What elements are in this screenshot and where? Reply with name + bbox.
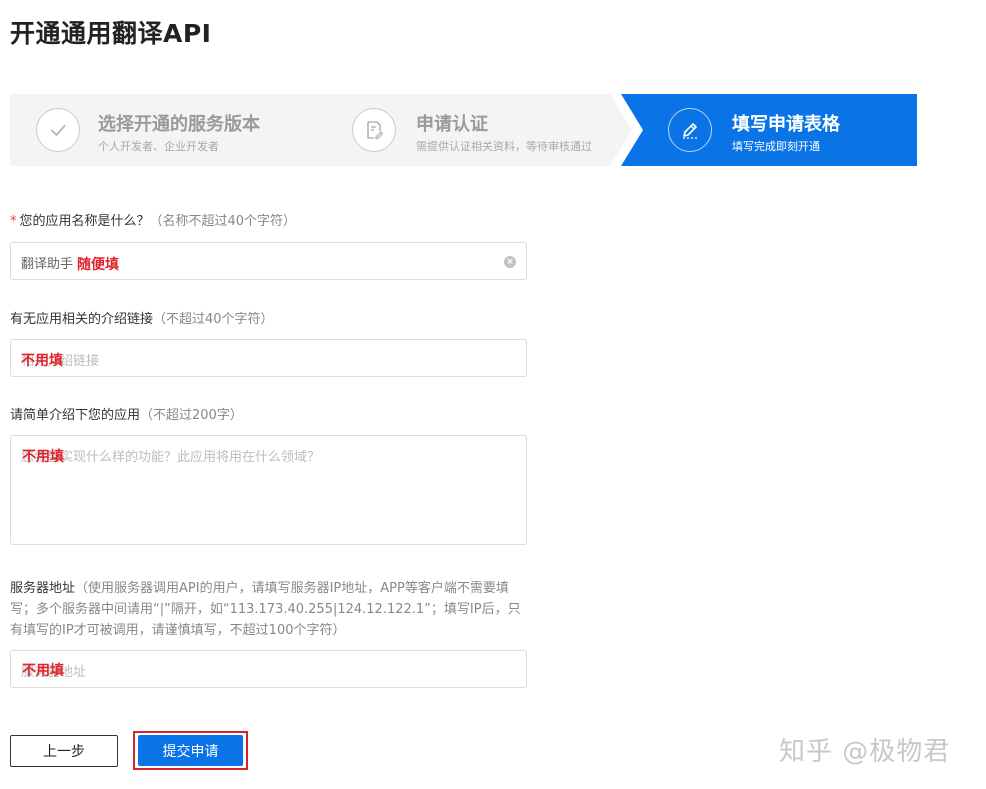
description-label-text: 请简单介绍下您的应用 xyxy=(10,408,141,423)
page-title: 开通通用翻译API xyxy=(10,19,212,48)
step-title: 选择开通的服务版本 xyxy=(98,114,260,135)
step-subtitle: 填写完成即刻开通 xyxy=(732,140,820,153)
pen-icon xyxy=(668,108,712,152)
app-name-input[interactable]: 翻译助手 随便填 × xyxy=(10,242,527,280)
app-name-annotation: 随便填 xyxy=(77,257,119,273)
required-mark: * xyxy=(10,214,17,229)
description-label: 请简单介绍下您的应用（不超过200字） xyxy=(10,405,243,426)
intro-link-label-text: 有无应用相关的介绍链接 xyxy=(10,312,154,327)
submit-button[interactable]: 提交申请 xyxy=(138,735,243,766)
clear-icon[interactable]: × xyxy=(504,256,516,268)
document-edit-icon xyxy=(352,108,396,152)
description-annotation: 不用填 xyxy=(22,449,64,465)
step-title: 申请认证 xyxy=(416,114,488,135)
prev-step-button[interactable]: 上一步 xyxy=(10,735,118,767)
step-subtitle: 需提供认证相关资料，等待审核通过 xyxy=(416,140,592,153)
app-name-label: * 您的应用名称是什么？（名称不超过40个字符） xyxy=(10,211,296,232)
intro-link-label: 有无应用相关的介绍链接（不超过40个字符） xyxy=(10,309,274,330)
intro-link-hint: （不超过40个字符） xyxy=(153,312,274,327)
server-address-label: 服务器地址（使用服务器调用API的用户，请填写服务器IP地址，APP等客户端不需… xyxy=(10,578,530,641)
description-placeholder: 您希望实现什么样的功能？此应用将用在什么领域？ xyxy=(21,450,321,465)
step-select-version: 选择开通的服务版本 个人开发者、企业开发者 xyxy=(10,94,322,166)
step-certification: 申请认证 需提供认证相关资料，等待审核通过 xyxy=(298,94,632,166)
description-hint: （不超过200字） xyxy=(140,408,243,423)
app-name-value: 翻译助手 xyxy=(21,257,74,272)
check-icon xyxy=(36,108,80,152)
app-name-hint: （名称不超过40个字符） xyxy=(149,214,297,229)
step-title: 填写申请表格 xyxy=(732,114,840,135)
intro-link-annotation: 不用填 xyxy=(21,353,63,369)
server-address-input[interactable]: 服务器地址 不用填 xyxy=(10,650,527,688)
app-name-label-text: 您的应用名称是什么？ xyxy=(19,214,150,229)
watermark: 知乎 @极物君 xyxy=(779,737,951,767)
step-subtitle: 个人开发者、企业开发者 xyxy=(98,140,219,153)
description-textarea[interactable]: 您希望实现什么样的功能？此应用将用在什么领域？ 不用填 xyxy=(10,435,527,545)
server-address-hint: （使用服务器调用API的用户，请填写服务器IP地址，APP等客户端不需要填写；多… xyxy=(10,581,521,638)
server-address-annotation: 不用填 xyxy=(22,663,64,679)
steps-progress: 选择开通的服务版本 个人开发者、企业开发者 申请认证 需提供认证相关资料，等待审… xyxy=(10,94,917,166)
intro-link-input[interactable]: 相关介绍链接 不用填 xyxy=(10,339,527,377)
step-fill-form: 填写申请表格 填写完成即刻开通 xyxy=(621,94,917,166)
server-address-label-text: 服务器地址 xyxy=(10,581,76,596)
